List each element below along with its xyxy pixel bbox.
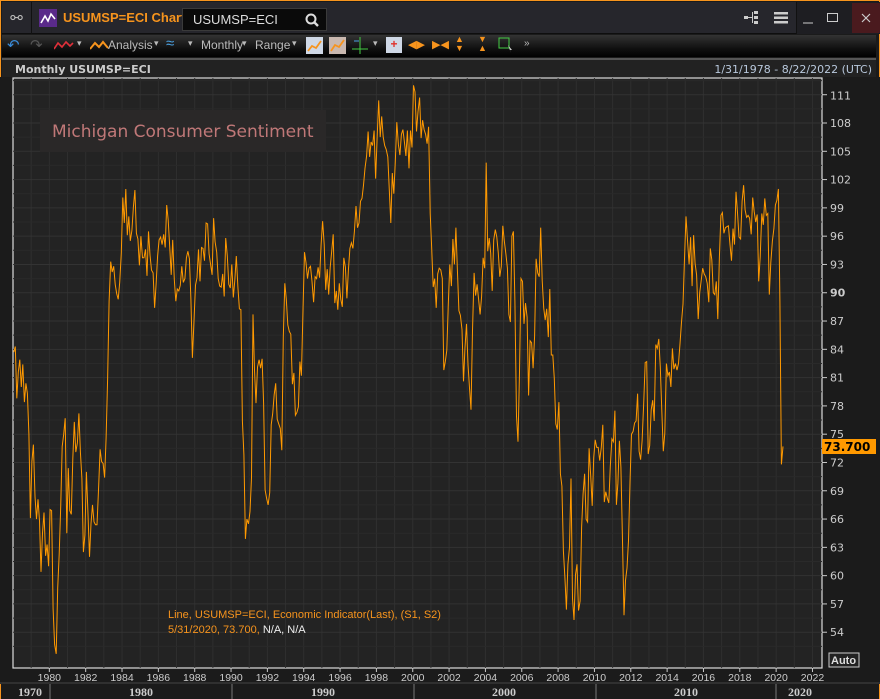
decade-label: 2010 <box>674 685 698 699</box>
crosshair-icon[interactable] <box>352 37 368 54</box>
chart-toolbar: ↶ ↷ ▾ Analysis ▾ ≈ ▾ Monthly ▾ Range ▾ ▾… <box>2 35 876 57</box>
y-tick-label: 99 <box>830 202 844 215</box>
range-select[interactable]: Range <box>255 38 290 52</box>
x-tick-label: 2022 <box>801 672 825 684</box>
y-tick-label: 72 <box>830 456 844 469</box>
x-tick-label: 1986 <box>147 672 171 684</box>
ric-search-input[interactable]: USUMSP=ECI <box>182 8 327 31</box>
x-tick-label: 2000 <box>401 672 425 684</box>
zoom-select-icon[interactable] <box>498 37 514 54</box>
x-tick-label: 2002 <box>437 672 461 684</box>
analysis-button[interactable]: Analysis <box>108 38 153 52</box>
y-tick-label: 111 <box>830 90 851 103</box>
title-bar: ⚯ USUMSP=ECI Chart USUMSP=ECI <box>2 2 880 34</box>
legend-values: 5/31/2020, 73.700, <box>168 624 260 636</box>
x-tick-label: 2016 <box>692 672 716 684</box>
x-tick-label: 2006 <box>510 672 534 684</box>
frequency-dropdown[interactable]: ▾ <box>242 38 247 49</box>
x-tick-label: 2018 <box>728 672 752 684</box>
maximize-icon[interactable] <box>826 12 840 24</box>
x-tick-label: 1984 <box>110 672 134 684</box>
x-tick-label: 2012 <box>619 672 643 684</box>
menu-icon[interactable] <box>774 12 788 24</box>
add-panel-icon[interactable]: + <box>386 37 402 53</box>
scroll-vertical-icon[interactable]: ▲ ▼ <box>455 35 464 53</box>
x-tick-label: 1990 <box>219 672 243 684</box>
x-tick-label: 2008 <box>546 672 570 684</box>
decade-label: 1990 <box>311 685 335 699</box>
studies-dropdown[interactable]: ▾ <box>188 38 193 49</box>
analysis-dropdown[interactable]: ▾ <box>154 38 159 49</box>
y-tick-label: 96 <box>830 230 844 243</box>
y-tick-label: 63 <box>830 541 844 554</box>
search-icon[interactable] <box>305 13 319 27</box>
range-dropdown[interactable]: ▾ <box>292 38 297 49</box>
decade-label: 1970 <box>18 685 42 699</box>
series-label: Monthly USUMSP=ECI <box>15 63 151 76</box>
x-tick-label: 1992 <box>256 672 280 684</box>
y-tick-label: 90 <box>830 287 846 300</box>
last-price-value: 73.700 <box>824 440 870 454</box>
decade-label: 2020 <box>788 685 812 699</box>
y-tick-label: 84 <box>830 343 844 356</box>
compare-chart-icon[interactable] <box>329 37 346 54</box>
line-chart-icon[interactable] <box>306 37 323 54</box>
link-icon[interactable]: ⚯ <box>2 2 32 34</box>
legend-na: N/A, N/A <box>263 624 306 636</box>
x-tick-label: 1996 <box>328 672 352 684</box>
y-tick-label: 108 <box>830 117 851 130</box>
y-tick-label: 57 <box>830 598 844 611</box>
analysis-icon[interactable] <box>90 40 109 50</box>
annotation-text: Michigan Consumer Sentiment <box>52 122 314 142</box>
fit-vertical-icon[interactable]: ▼ ▲ <box>478 35 487 53</box>
studies-icon[interactable]: ≈ <box>166 35 174 52</box>
x-tick-label: 1988 <box>183 672 207 684</box>
date-range: 1/31/1978 - 8/22/2022 (UTC) <box>714 63 872 76</box>
decade-label: 2000 <box>492 685 516 699</box>
crosshair-dropdown[interactable]: ▾ <box>373 38 378 49</box>
y-tick-label: 81 <box>830 372 844 385</box>
decade-label: 1980 <box>129 685 153 699</box>
x-tick-label: 1980 <box>38 672 62 684</box>
scroll-horizontal-icon[interactable]: ◀▶ <box>408 38 425 51</box>
redo-icon[interactable]: ↷ <box>30 36 43 54</box>
x-tick-label: 1982 <box>74 672 98 684</box>
x-tick-label: 1998 <box>365 672 389 684</box>
y-tick-label: 78 <box>830 400 844 413</box>
close-button[interactable] <box>852 3 880 33</box>
y-tick-label: 60 <box>830 570 844 583</box>
y-tick-label: 102 <box>830 174 851 187</box>
window-controls <box>796 2 880 34</box>
hierarchy-icon[interactable] <box>744 11 760 25</box>
x-tick-label: 2004 <box>474 672 498 684</box>
y-tick-label: 93 <box>830 258 844 271</box>
x-tick-label: 1994 <box>292 672 316 684</box>
x-tick-label: 2014 <box>655 672 679 684</box>
chart-app-icon <box>39 9 57 27</box>
chart-header: Monthly USUMSP=ECI 1/31/1978 - 8/22/2022… <box>2 58 876 78</box>
search-value: USUMSP=ECI <box>193 12 278 27</box>
legend-line-1: Line, USUMSP=ECI, Economic Indicator(Las… <box>168 609 441 621</box>
x-tick-label: 2010 <box>583 672 607 684</box>
plot-area <box>12 77 823 669</box>
y-tick-label: 105 <box>830 145 851 158</box>
y-tick-label: 66 <box>830 513 844 526</box>
close-icon <box>861 13 871 23</box>
more-tools-icon[interactable]: » <box>524 38 530 49</box>
fit-horizontal-icon[interactable]: ▶◀ <box>432 38 449 51</box>
minimize-icon[interactable] <box>801 12 815 24</box>
window-title: USUMSP=ECI Chart <box>63 10 186 25</box>
x-tick-label: 2020 <box>764 672 788 684</box>
line-style-dropdown[interactable]: ▾ <box>77 38 82 49</box>
legend-line-2: 5/31/2020, 73.700, N/A, N/A <box>168 624 306 636</box>
y-tick-label: 69 <box>830 485 844 498</box>
y-tick-label: 87 <box>830 315 844 328</box>
undo-icon[interactable]: ↶ <box>7 36 20 54</box>
line-chart[interactable]: 1111081051029996939087848178757269666360… <box>0 77 880 699</box>
auto-scale-label: Auto <box>831 655 856 667</box>
frequency-select[interactable]: Monthly <box>201 38 243 52</box>
line-style-icon[interactable] <box>54 40 74 50</box>
y-tick-label: 54 <box>830 626 844 639</box>
